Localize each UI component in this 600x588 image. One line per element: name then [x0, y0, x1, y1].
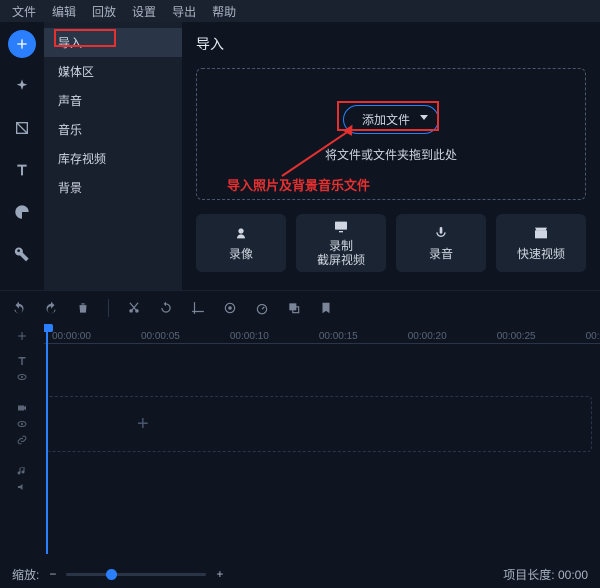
track-audio-header[interactable] — [0, 458, 44, 500]
ruler-tick: 00:00:20 — [408, 331, 447, 342]
sidepanel-background[interactable]: 背景 — [44, 173, 182, 202]
track-video-header[interactable] — [0, 390, 44, 458]
drop-hint: 将文件或文件夹拖到此处 — [325, 146, 457, 163]
qbtn-label: 录像 — [229, 245, 253, 262]
sidebar-tools[interactable] — [8, 240, 36, 268]
qbtn-label-top: 录制 — [317, 239, 365, 253]
ruler-tick: 00:00:25 — [497, 331, 536, 342]
project-length-value: 00:00 — [558, 568, 588, 582]
qbtn-record-audio[interactable]: 录音 — [396, 214, 486, 272]
timeline-ruler[interactable]: 00:00:00 00:00:05 00:00:10 00:00:15 00:0… — [44, 324, 600, 348]
ruler-tick: 00:00:00 — [52, 331, 91, 342]
track-headers — [0, 324, 44, 554]
cut-icon[interactable] — [127, 301, 141, 315]
zoom-label: 缩放: — [12, 566, 39, 583]
ruler-tick: 00:00:15 — [319, 331, 358, 342]
bottombar: 缩放: − + 项目长度: 00:00 — [0, 560, 600, 588]
project-length-label: 项目长度: — [503, 568, 554, 582]
playhead[interactable] — [46, 324, 48, 554]
overlay-icon[interactable] — [287, 301, 301, 315]
page-title: 导入 — [196, 34, 586, 54]
camera-icon — [233, 225, 249, 241]
mic-icon — [433, 225, 449, 241]
qbtn-record-camera[interactable]: 录像 — [196, 214, 286, 272]
redo-icon[interactable] — [44, 301, 58, 315]
undo-icon[interactable] — [12, 301, 26, 315]
quick-buttons: 录像 录制 截屏视频 录音 快速视频 — [196, 214, 586, 272]
sidebar-stickers[interactable] — [8, 198, 36, 226]
text-track-icon — [16, 355, 28, 367]
sidepanel-sound[interactable]: 声音 — [44, 86, 182, 115]
qbtn-quick-video[interactable]: 快速视频 — [496, 214, 586, 272]
ruler-tick: 00:00:10 — [230, 331, 269, 342]
sidepanel-import[interactable]: 导入 — [44, 28, 182, 57]
link-icon[interactable] — [16, 434, 28, 446]
menu-help[interactable]: 帮助 — [206, 1, 242, 22]
menu-settings[interactable]: 设置 — [126, 1, 162, 22]
monitor-icon — [333, 219, 349, 235]
rotate-icon[interactable] — [159, 301, 173, 315]
menu-export[interactable]: 导出 — [166, 1, 202, 22]
qbtn-label: 截屏视频 — [317, 253, 365, 267]
zoom-in[interactable]: + — [216, 567, 223, 581]
ruler-tick: 00:00:05 — [141, 331, 180, 342]
annotation-text: 导入照片及背景音乐文件 — [227, 175, 370, 194]
sidepanel-stockvideo[interactable]: 库存视频 — [44, 144, 182, 173]
video-track-icon — [16, 402, 28, 414]
qbtn-record-screen[interactable]: 录制 截屏视频 — [296, 214, 386, 272]
track-add-header[interactable] — [0, 324, 44, 348]
qbtn-label: 录音 — [429, 245, 453, 262]
timeline-toolbar — [0, 290, 600, 324]
marker-icon[interactable] — [319, 301, 333, 315]
color-icon[interactable] — [223, 301, 237, 315]
menu-file[interactable]: 文件 — [6, 1, 42, 22]
sidebar-add[interactable] — [8, 30, 36, 58]
qbtn-label: 快速视频 — [517, 245, 565, 262]
sidepanel-media[interactable]: 媒体区 — [44, 57, 182, 86]
sidebar-titles[interactable] — [8, 156, 36, 184]
volume-icon[interactable] — [16, 481, 28, 493]
delete-icon[interactable] — [76, 301, 90, 315]
zoom-slider[interactable] — [66, 573, 206, 576]
crop-icon[interactable] — [191, 301, 205, 315]
track-text-header[interactable] — [0, 348, 44, 390]
clapper-icon — [533, 225, 549, 241]
track-body[interactable]: 00:00:00 00:00:05 00:00:10 00:00:15 00:0… — [44, 324, 600, 554]
sidebar-effects[interactable] — [8, 72, 36, 100]
eye-icon[interactable] — [16, 371, 28, 383]
sidepanel-music[interactable]: 音乐 — [44, 115, 182, 144]
speed-icon[interactable] — [255, 301, 269, 315]
audio-track-icon — [16, 465, 28, 477]
video-track[interactable]: + — [46, 396, 592, 452]
menu-playback[interactable]: 回放 — [86, 1, 122, 22]
add-clip-icon[interactable]: + — [137, 413, 149, 436]
sidebar-transitions[interactable] — [8, 114, 36, 142]
timeline: 00:00:00 00:00:05 00:00:10 00:00:15 00:0… — [0, 290, 600, 588]
menu-edit[interactable]: 编辑 — [46, 1, 82, 22]
add-track-icon — [16, 330, 28, 342]
eye-icon[interactable] — [16, 418, 28, 430]
menubar: 文件 编辑 回放 设置 导出 帮助 — [0, 0, 600, 22]
ruler-tick: 00:00:30 — [586, 331, 600, 342]
add-file-button[interactable]: 添加文件 — [343, 105, 439, 134]
zoom-out[interactable]: − — [49, 567, 56, 581]
